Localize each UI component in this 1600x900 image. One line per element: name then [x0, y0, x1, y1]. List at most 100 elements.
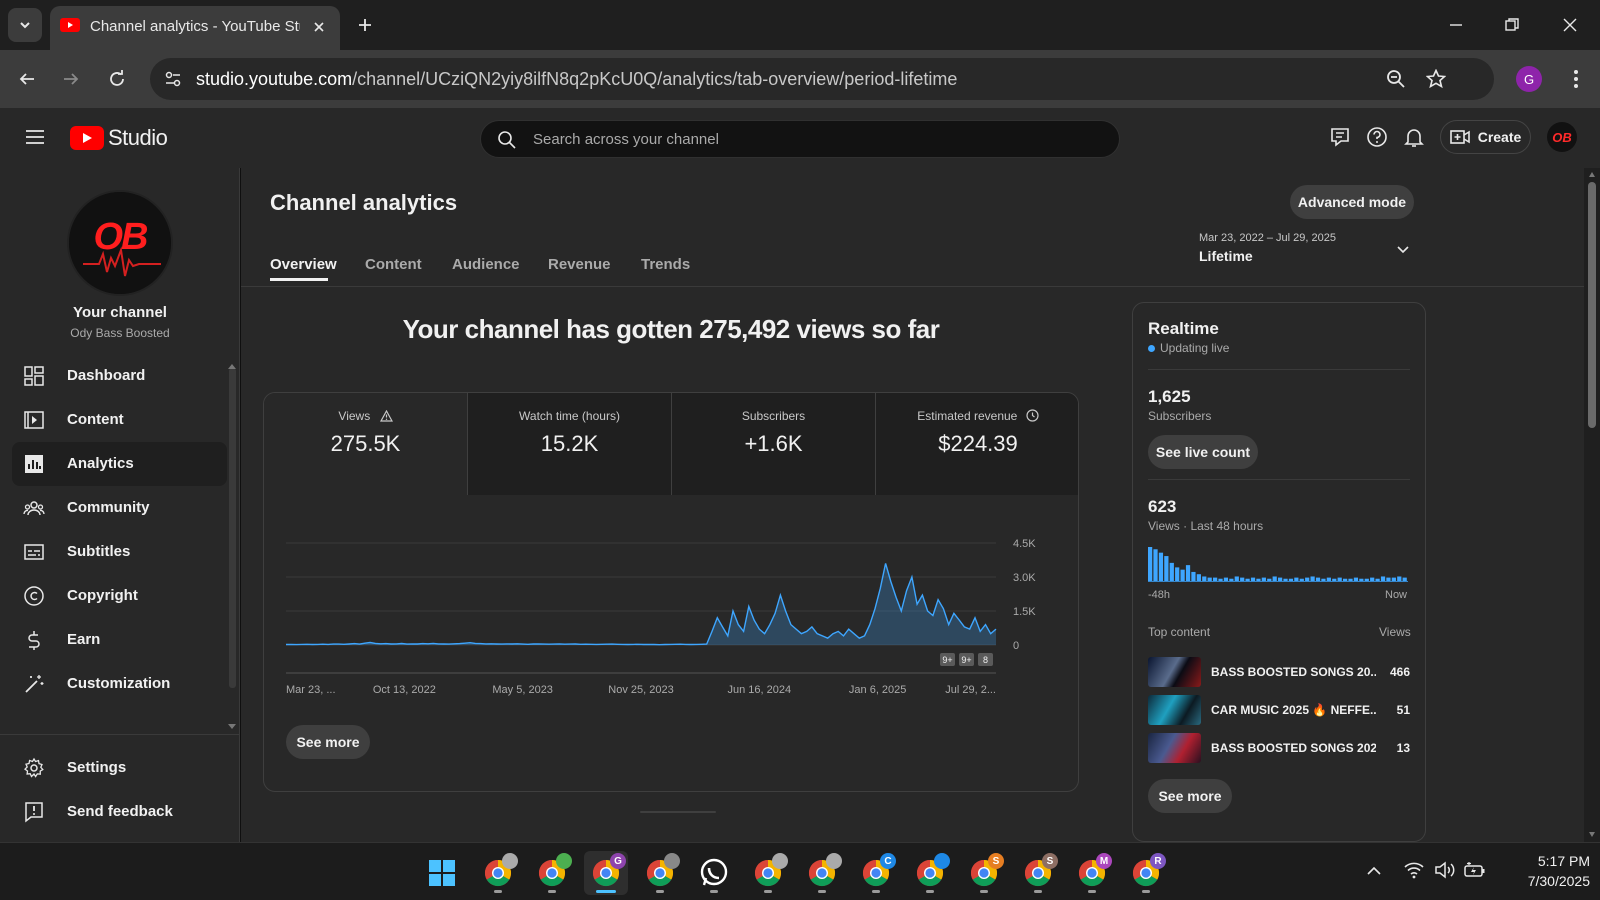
- sidebar-item-dashboard[interactable]: Dashboard: [12, 354, 227, 398]
- metric-subscribers[interactable]: Subscribers +1.6K: [672, 393, 876, 495]
- tab-overview[interactable]: Overview: [270, 256, 337, 273]
- battery-charging-icon[interactable]: [1464, 861, 1486, 879]
- taskbar-chrome-profile[interactable]: [476, 851, 520, 895]
- realtime-bar[interactable]: [1299, 578, 1304, 581]
- browser-tab[interactable]: Channel analytics - YouTube Studio: [50, 6, 340, 50]
- realtime-bar[interactable]: [1207, 577, 1212, 581]
- tab-trends[interactable]: Trends: [641, 256, 690, 273]
- scroll-up-arrow-icon[interactable]: [1589, 172, 1595, 177]
- address-bar[interactable]: studio.youtube.com/channel/UCziQN2yiy8il…: [150, 58, 1494, 100]
- realtime-bar[interactable]: [1402, 577, 1407, 581]
- metric-revenue[interactable]: Estimated revenue $224.39: [876, 393, 1078, 495]
- back-button[interactable]: [12, 64, 42, 94]
- taskbar-whatsapp[interactable]: [692, 851, 736, 895]
- clock-time[interactable]: 5:17 PM: [1500, 853, 1590, 869]
- scroll-up-arrow-icon[interactable]: [228, 364, 236, 369]
- sidebar-item-settings[interactable]: Settings: [12, 746, 227, 790]
- clock-date[interactable]: 7/30/2025: [1500, 873, 1590, 889]
- channel-avatar[interactable]: OB: [67, 190, 173, 296]
- realtime-bar[interactable]: [1261, 577, 1266, 581]
- studio-logo[interactable]: Studio: [70, 124, 168, 152]
- realtime-bar[interactable]: [1294, 577, 1299, 581]
- realtime-bar[interactable]: [1218, 578, 1223, 581]
- page-scrollbar[interactable]: [1584, 168, 1600, 842]
- realtime-bar[interactable]: [1223, 577, 1229, 581]
- site-settings-icon[interactable]: [164, 70, 182, 88]
- realtime-bar[interactable]: [1169, 562, 1174, 581]
- realtime-bar[interactable]: [1370, 577, 1375, 581]
- taskbar-chrome-profile[interactable]: [638, 851, 682, 895]
- sidebar-item-community[interactable]: Community: [12, 486, 227, 530]
- sidebar-item-analytics[interactable]: Analytics: [12, 442, 227, 486]
- restore-button[interactable]: [1492, 10, 1532, 40]
- realtime-bar[interactable]: [1267, 578, 1272, 581]
- tab-search-button[interactable]: [8, 8, 42, 42]
- scroll-down-arrow-icon[interactable]: [228, 724, 236, 729]
- volume-icon[interactable]: [1434, 861, 1456, 879]
- realtime-bar[interactable]: [1359, 578, 1364, 581]
- realtime-bar[interactable]: [1202, 576, 1207, 581]
- realtime-see-more-button[interactable]: See more: [1148, 779, 1232, 813]
- scrollbar-thumb[interactable]: [1588, 182, 1596, 428]
- minimize-button[interactable]: [1436, 10, 1476, 40]
- realtime-bar[interactable]: [1158, 552, 1164, 581]
- realtime-bar[interactable]: [1256, 578, 1261, 581]
- realtime-bar[interactable]: [1343, 578, 1348, 581]
- wifi-icon[interactable]: [1404, 861, 1424, 879]
- advanced-mode-button[interactable]: Advanced mode: [1290, 185, 1414, 219]
- realtime-bar[interactable]: [1391, 577, 1396, 581]
- realtime-bar[interactable]: [1153, 549, 1158, 581]
- realtime-bar[interactable]: [1375, 578, 1380, 581]
- close-tab-button[interactable]: [308, 16, 330, 38]
- tab-revenue[interactable]: Revenue: [548, 256, 611, 273]
- taskbar-chrome-profile[interactable]: S: [962, 851, 1006, 895]
- zoom-icon[interactable]: [1386, 69, 1406, 89]
- realtime-bar[interactable]: [1196, 574, 1201, 581]
- new-tab-button[interactable]: [352, 12, 378, 38]
- sidebar-item-copyright[interactable]: Copyright: [12, 574, 227, 618]
- realtime-bar[interactable]: [1386, 577, 1391, 581]
- create-button[interactable]: Create: [1440, 120, 1531, 154]
- sidebar-item-earn[interactable]: Earn: [12, 618, 227, 662]
- realtime-bar[interactable]: [1229, 578, 1234, 581]
- realtime-bar[interactable]: [1283, 578, 1288, 581]
- close-window-button[interactable]: [1550, 10, 1590, 40]
- realtime-bar[interactable]: [1250, 577, 1256, 581]
- realtime-bar[interactable]: [1234, 576, 1239, 581]
- realtime-bar[interactable]: [1245, 578, 1250, 581]
- see-live-count-button[interactable]: See live count: [1148, 435, 1258, 469]
- realtime-bar[interactable]: [1348, 578, 1353, 581]
- realtime-bar[interactable]: [1315, 577, 1321, 581]
- realtime-bar[interactable]: [1337, 577, 1342, 581]
- scroll-down-arrow-icon[interactable]: [1589, 832, 1595, 837]
- tab-audience[interactable]: Audience: [452, 256, 520, 273]
- taskbar-chrome-profile[interactable]: M: [1070, 851, 1114, 895]
- realtime-bar[interactable]: [1185, 565, 1191, 581]
- realtime-bar[interactable]: [1213, 577, 1218, 581]
- realtime-bar[interactable]: [1305, 577, 1310, 581]
- taskbar-chrome-profile[interactable]: [746, 851, 790, 895]
- see-more-button[interactable]: See more: [286, 725, 370, 759]
- date-range-picker[interactable]: Mar 23, 2022 – Jul 29, 2025 Lifetime: [1199, 230, 1419, 268]
- sidebar-item-send-feedback[interactable]: Send feedback: [12, 790, 227, 834]
- realtime-bar[interactable]: [1310, 576, 1315, 581]
- chevron-up-icon[interactable]: [1366, 865, 1382, 877]
- taskbar-chrome-profile[interactable]: G: [584, 851, 628, 895]
- realtime-bar[interactable]: [1164, 556, 1169, 581]
- sidebar-item-customization[interactable]: Customization: [12, 662, 227, 706]
- bell-icon[interactable]: [1403, 126, 1425, 148]
- realtime-bar-chart[interactable]: [1148, 545, 1408, 585]
- realtime-bar[interactable]: [1397, 576, 1402, 581]
- tab-content[interactable]: Content: [365, 256, 422, 273]
- help-icon[interactable]: [1366, 126, 1388, 148]
- sidebar-scrollbar[interactable]: [229, 368, 236, 688]
- taskbar-chrome-profile[interactable]: [530, 851, 574, 895]
- realtime-bar[interactable]: [1353, 577, 1359, 581]
- url-text[interactable]: studio.youtube.com/channel/UCziQN2yiy8il…: [196, 69, 957, 90]
- realtime-bar[interactable]: [1321, 578, 1326, 581]
- top-content-row[interactable]: CAR MUSIC 2025 🔥 NEFFE... 51: [1148, 695, 1410, 725]
- sidebar-item-subtitles[interactable]: Subtitles: [12, 530, 227, 574]
- channel-search[interactable]: Search across your channel: [480, 120, 1120, 158]
- taskbar-chrome-profile[interactable]: [800, 851, 844, 895]
- realtime-bar[interactable]: [1278, 577, 1283, 581]
